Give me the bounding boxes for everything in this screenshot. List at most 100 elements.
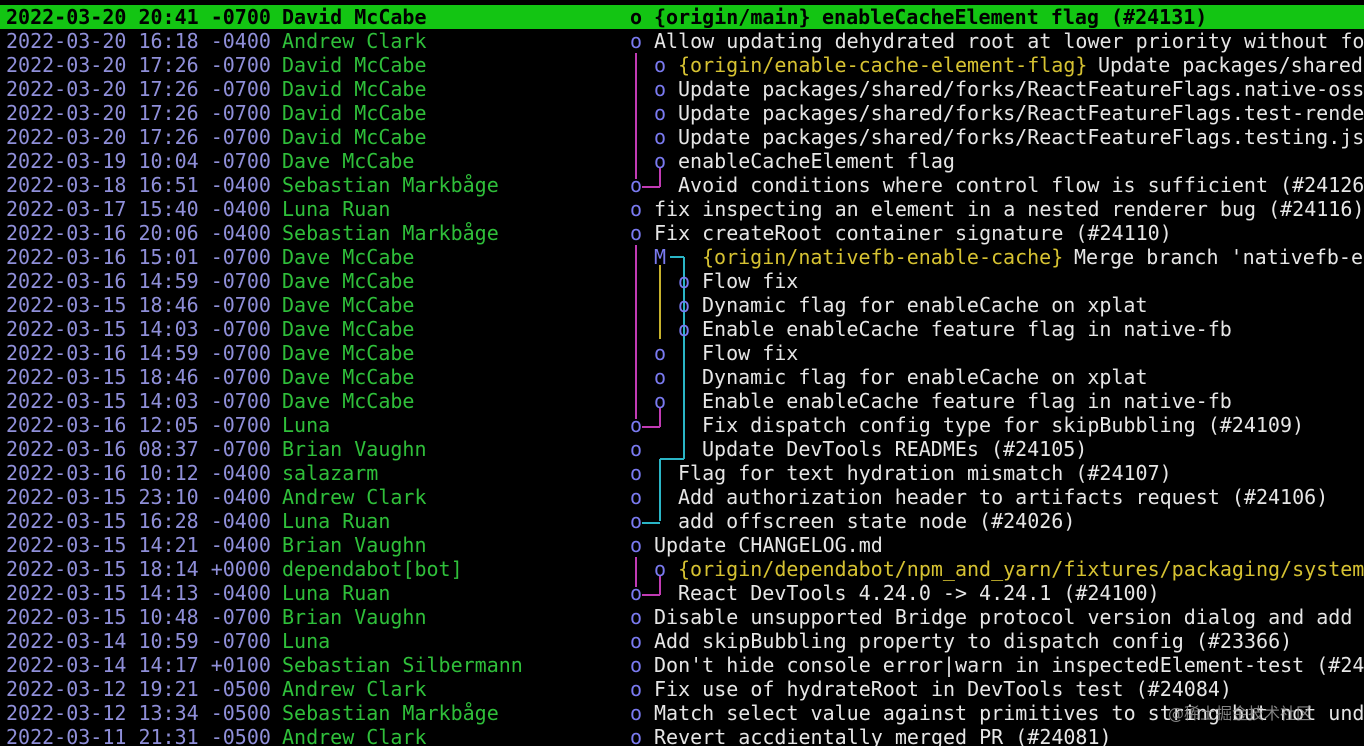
commit-message: React DevTools 4.24.0 -> 4.24.1 (#24100) <box>678 581 1160 605</box>
commit-author: Sebastian Markbåge <box>282 701 499 725</box>
commit-node: o <box>654 365 667 389</box>
commit-row[interactable]: 2022-03-15 18:46 -0700 Dave McCabe o Dynami… <box>0 365 1364 389</box>
commit-row[interactable]: 2022-03-15 14:03 -0700 Dave McCabe o Enable… <box>0 317 1364 341</box>
commit-row[interactable]: 2022-03-15 14:21 -0400 Brian Vaughn o Updat… <box>0 533 1364 557</box>
commit-date: 2022-03-16 20:06 -0400 <box>6 221 271 245</box>
commit-row[interactable]: 2022-03-16 10:12 -0400 salazarm o Flag for … <box>0 461 1364 485</box>
commit-message: Dynamic flag for enableCache on xplat <box>702 293 1148 317</box>
commit-author: salazarm <box>282 461 379 485</box>
commit-row[interactable]: 2022-03-14 14:17 +0100 Sebastian Silberma… <box>0 653 1364 677</box>
commit-author: Luna Ruan <box>282 509 391 533</box>
git-log-view: 2022-03-20 20:41 -0700 David McCabe o {orig… <box>0 0 1364 746</box>
commit-author: David McCabe <box>282 125 427 149</box>
commit-node: o <box>630 221 643 245</box>
commit-message: Enable enableCache feature flag in nativ… <box>702 389 1232 413</box>
commit-row[interactable]: 2022-03-20 17:26 -0700 David McCabe o Updat… <box>0 125 1364 149</box>
commit-row[interactable]: 2022-03-20 20:41 -0700 David McCabe o {orig… <box>0 5 1364 29</box>
commit-row[interactable]: 2022-03-16 15:01 -0700 Dave McCabe M {origi… <box>0 245 1364 269</box>
commit-node: o <box>654 125 667 149</box>
commit-row[interactable]: 2022-03-15 14:03 -0700 Dave McCabe o Enable… <box>0 389 1364 413</box>
commit-row[interactable]: 2022-03-15 10:48 -0700 Brian Vaughn o Disab… <box>0 605 1364 629</box>
commit-node: o <box>630 581 643 605</box>
commit-author: Brian Vaughn <box>282 533 427 557</box>
commit-row[interactable]: 2022-03-15 23:10 -0400 Andrew Clark o Add a… <box>0 485 1364 509</box>
commit-node: o <box>654 101 667 125</box>
commit-message: Update packages/shared/ <box>1098 53 1364 77</box>
commit-date: 2022-03-16 08:37 -0700 <box>6 437 271 461</box>
branch-refs: {origin/enable-cache-element-flag} <box>678 53 1088 77</box>
commit-date: 2022-03-14 10:59 -0700 <box>6 629 271 653</box>
commit-row[interactable]: 2022-03-15 14:13 -0400 Luna Ruan o React De… <box>0 581 1364 605</box>
commit-message: Update packages/shared/forks/ReactFeatur… <box>678 101 1364 125</box>
commit-node: o <box>654 53 667 77</box>
commit-author: Andrew Clark <box>282 29 427 53</box>
commit-author: Sebastian Silbermann <box>282 653 523 677</box>
commit-row[interactable]: 2022-03-15 18:46 -0700 Dave McCabe o Dynami… <box>0 293 1364 317</box>
commit-row[interactable]: 2022-03-12 13:34 -0500 Sebastian Markbåge… <box>0 701 1364 725</box>
commit-author: Sebastian Markbåge <box>282 173 499 197</box>
commit-author: dependabot[bot] <box>282 557 463 581</box>
commit-date: 2022-03-15 14:13 -0400 <box>6 581 271 605</box>
commit-row[interactable]: 2022-03-15 16:28 -0400 Luna Ruan o add offs… <box>0 509 1364 533</box>
commit-row[interactable]: 2022-03-16 14:59 -0700 Dave McCabe o Flow f… <box>0 269 1364 293</box>
commit-author: Andrew Clark <box>282 725 427 746</box>
commit-node: o <box>678 317 691 341</box>
commit-message: Flow fix <box>702 269 799 293</box>
commit-author: Dave McCabe <box>282 269 415 293</box>
commit-row[interactable]: 2022-03-16 08:37 -0700 Brian Vaughn o Updat… <box>0 437 1364 461</box>
commit-message: enableCacheElement flag (#24131) <box>822 5 1208 29</box>
branch-refs: {origin/nativefb-enable-cache} <box>702 245 1064 269</box>
commit-row[interactable]: 2022-03-18 16:51 -0400 Sebastian Markbåge… <box>0 173 1364 197</box>
commit-message: Merge branch 'nativefb-e <box>1074 245 1363 269</box>
commit-node: o <box>654 389 667 413</box>
commit-node: o <box>630 29 643 53</box>
commit-node: o <box>630 629 643 653</box>
commit-row[interactable]: 2022-03-19 10:04 -0700 Dave McCabe o enable… <box>0 149 1364 173</box>
commit-row[interactable]: 2022-03-16 14:59 -0700 Dave McCabe o Flow f… <box>0 341 1364 365</box>
commit-node: o <box>678 269 691 293</box>
commit-date: 2022-03-20 20:41 -0700 <box>6 5 271 29</box>
commit-row[interactable]: 2022-03-12 19:21 -0500 Andrew Clark o Fix u… <box>0 677 1364 701</box>
branch-refs: {origin/dependabot/npm_and_yarn/fixtures… <box>678 557 1364 581</box>
commit-date: 2022-03-16 15:01 -0700 <box>6 245 271 269</box>
commit-node: o <box>654 77 667 101</box>
commit-message: Update CHANGELOG.md <box>654 533 883 557</box>
commit-row[interactable]: 2022-03-16 20:06 -0400 Sebastian Markbåge… <box>0 221 1364 245</box>
commit-author: Luna <box>282 629 331 653</box>
commit-author: David McCabe <box>282 53 427 77</box>
commit-row[interactable]: 2022-03-16 12:05 -0700 Luna o Fix dispatch … <box>0 413 1364 437</box>
commit-message: Disable unsupported Bridge protocol vers… <box>654 605 1364 629</box>
commit-author: David McCabe <box>282 77 427 101</box>
commit-date: 2022-03-15 10:48 -0700 <box>6 605 271 629</box>
commit-date: 2022-03-12 19:21 -0500 <box>6 677 271 701</box>
commit-row[interactable]: 2022-03-20 16:18 -0400 Andrew Clark o Allow… <box>0 29 1364 53</box>
commit-author: Andrew Clark <box>282 677 427 701</box>
commit-node: o <box>630 485 643 509</box>
commit-node: o <box>630 533 643 557</box>
commit-row[interactable]: 2022-03-20 17:26 -0700 David McCabe o Updat… <box>0 77 1364 101</box>
commit-row[interactable]: 2022-03-20 17:26 -0700 David McCabe o Updat… <box>0 101 1364 125</box>
commit-date: 2022-03-19 10:04 -0700 <box>6 149 271 173</box>
commit-node: M <box>654 245 667 269</box>
commit-node: o <box>630 413 643 437</box>
commit-message: Add authorization header to artifacts re… <box>678 485 1329 509</box>
commit-message: Don't hide console error|warn in inspect… <box>654 653 1364 677</box>
commit-author: Dave McCabe <box>282 149 415 173</box>
commit-row[interactable]: 2022-03-11 21:31 -0500 Andrew Clark o Rever… <box>0 725 1364 746</box>
commit-row[interactable]: 2022-03-20 17:26 -0700 David McCabe o {orig… <box>0 53 1364 77</box>
watermark: @稀土掘金技术社区 <box>1168 704 1313 723</box>
commit-date: 2022-03-14 14:17 +0100 <box>6 653 271 677</box>
commit-date: 2022-03-11 21:31 -0500 <box>6 725 271 746</box>
commit-author: Dave McCabe <box>282 365 415 389</box>
commit-message: Add skipBubbling property to dispatch co… <box>654 629 1293 653</box>
commit-date: 2022-03-16 10:12 -0400 <box>6 461 271 485</box>
commit-node: o <box>630 605 643 629</box>
commit-row[interactable]: 2022-03-17 15:40 -0400 Luna Ruan o fix insp… <box>0 197 1364 221</box>
branch-refs: {origin/main} <box>654 5 811 29</box>
commit-message: Dynamic flag for enableCache on xplat <box>702 365 1148 389</box>
commit-row[interactable]: 2022-03-15 18:14 +0000 dependabot[bot] o {o… <box>0 557 1364 581</box>
commit-author: Brian Vaughn <box>282 437 427 461</box>
commit-row[interactable]: 2022-03-14 10:59 -0700 Luna o Add skipBubbl… <box>0 629 1364 653</box>
commit-node: o <box>630 653 643 677</box>
commit-message: Flow fix <box>702 341 799 365</box>
